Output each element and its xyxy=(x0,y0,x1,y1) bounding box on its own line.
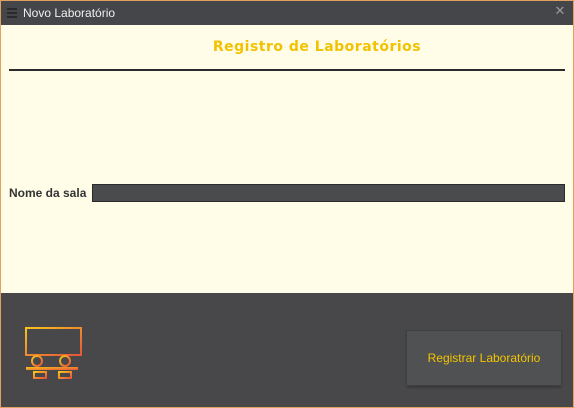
room-name-row: Nome da sala xyxy=(9,183,565,203)
close-icon[interactable]: ✕ xyxy=(553,4,567,18)
page-title: Registro de Laboratórios xyxy=(212,39,422,55)
classroom-icon xyxy=(25,327,82,387)
register-lab-button[interactable]: Registrar Laboratório xyxy=(407,331,561,385)
app-menu-icon[interactable] xyxy=(7,7,17,19)
footer-panel: Registrar Laboratório xyxy=(1,293,573,407)
page-header: Registro de Laboratórios xyxy=(1,25,573,69)
new-lab-window: Novo Laboratório ✕ Registro de Laboratór… xyxy=(0,0,574,408)
window-title: Novo Laboratório xyxy=(23,6,116,20)
room-name-input[interactable] xyxy=(92,184,565,202)
room-name-label: Nome da sala xyxy=(9,186,87,200)
header-divider xyxy=(9,69,565,71)
title-bar[interactable]: Novo Laboratório ✕ xyxy=(1,1,573,25)
